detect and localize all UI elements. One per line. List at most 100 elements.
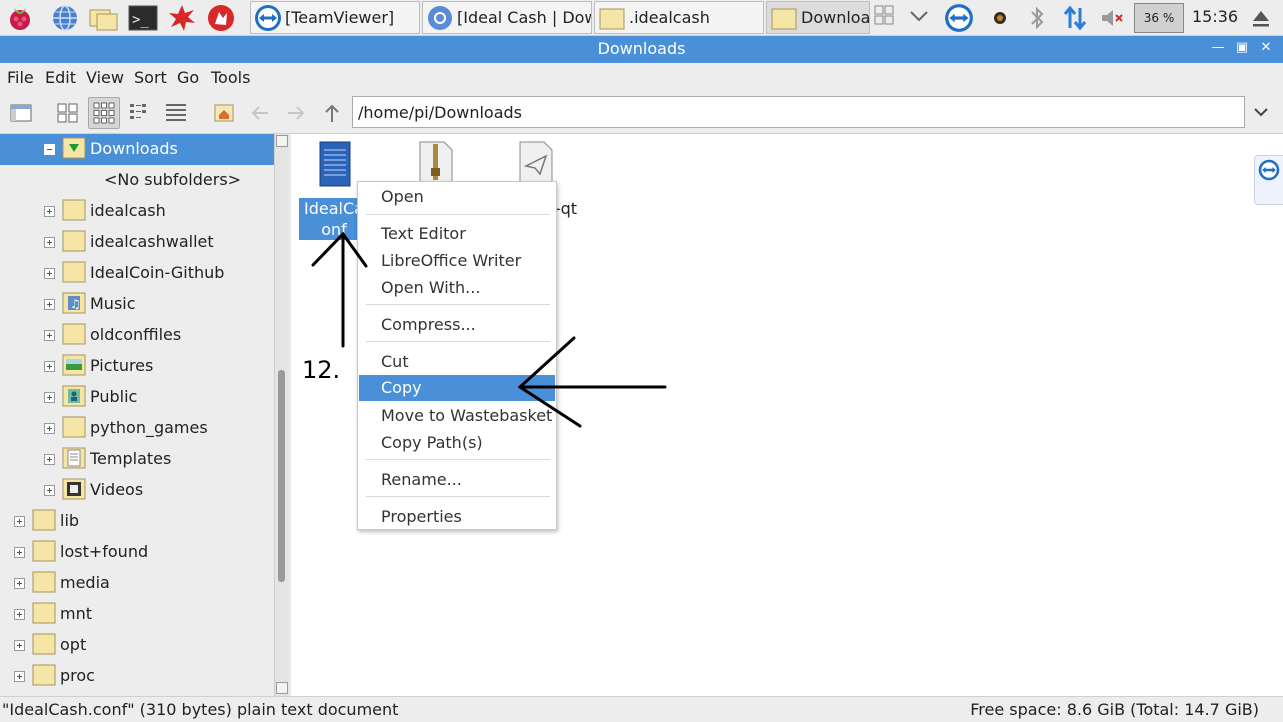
tree-item-downloads[interactable]: Downloads xyxy=(0,134,274,165)
window-control-icons[interactable] xyxy=(872,3,934,33)
home-button[interactable] xyxy=(208,97,240,129)
tree-item-lost-found[interactable]: lost+found xyxy=(0,537,274,568)
menu-edit[interactable]: Edit xyxy=(45,68,76,87)
compact-view-icon xyxy=(130,104,146,119)
context-menu: Open Text Editor LibreOffice Writer Open… xyxy=(357,181,557,530)
expand-toggle[interactable] xyxy=(44,237,55,248)
view-list-button[interactable] xyxy=(160,97,192,129)
ctx-text-editor[interactable]: Text Editor xyxy=(359,221,555,246)
downloads-folder-icon xyxy=(62,137,86,159)
expand-toggle[interactable] xyxy=(14,547,25,558)
raspberry-menu-icon[interactable] xyxy=(5,3,35,33)
folder-tree[interactable]: Downloads <No subfolders> idealcash idea… xyxy=(0,134,274,696)
expand-toggle[interactable] xyxy=(14,609,25,620)
menu-tools[interactable]: Tools xyxy=(211,68,250,87)
expand-toggle[interactable] xyxy=(14,671,25,682)
tree-item-oldconffiles[interactable]: oldconffiles xyxy=(0,320,274,351)
teamviewer-tray-icon[interactable] xyxy=(944,3,974,33)
expand-toggle[interactable] xyxy=(44,392,55,403)
network-icon[interactable] xyxy=(1060,3,1090,33)
sidebar-scrollbar[interactable] xyxy=(274,134,288,696)
path-dropdown-button[interactable] xyxy=(1249,100,1273,124)
folder-icon xyxy=(32,633,56,655)
ctx-libreoffice-writer[interactable]: LibreOffice Writer xyxy=(359,248,555,273)
close-button[interactable]: ✕ xyxy=(1256,38,1276,58)
clock[interactable]: 15:36 xyxy=(1192,7,1238,26)
ctx-move-to-wastebasket[interactable]: Move to Wastebasket xyxy=(359,403,555,428)
view-compact-button[interactable] xyxy=(124,97,156,129)
maximize-button[interactable]: ▣ xyxy=(1232,38,1252,58)
tree-item-idealcashwallet[interactable]: idealcashwallet xyxy=(0,227,274,258)
tree-item-videos[interactable]: Videos xyxy=(0,475,274,506)
ctx-rename[interactable]: Rename... xyxy=(359,467,555,492)
tree-item-idealcash[interactable]: idealcash xyxy=(0,196,274,227)
task-teamviewer[interactable]: [TeamViewer] xyxy=(250,1,420,34)
expand-toggle[interactable] xyxy=(14,640,25,651)
scroll-up-button[interactable] xyxy=(276,135,288,147)
tree-item-mnt[interactable]: mnt xyxy=(0,599,274,630)
menu-sort[interactable]: Sort xyxy=(134,68,167,87)
menu-view[interactable]: View xyxy=(86,68,124,87)
terminal-icon[interactable]: >_ xyxy=(128,3,158,33)
eject-icon[interactable] xyxy=(1246,3,1276,33)
status-selection-info: "IdealCash.conf" (310 bytes) plain text … xyxy=(2,700,399,719)
tree-item-proc[interactable]: proc xyxy=(0,661,274,692)
tree-item-idealcoin-github[interactable]: IdealCoin-Github xyxy=(0,258,274,289)
battery-indicator[interactable]: 36 % xyxy=(1134,3,1184,33)
expand-toggle[interactable] xyxy=(44,330,55,341)
expand-toggle[interactable] xyxy=(44,454,55,465)
view-icons-button[interactable] xyxy=(52,97,84,129)
wolfram-icon[interactable] xyxy=(206,3,236,33)
task-downloads-folder[interactable]: Downloads xyxy=(766,1,870,34)
scrollbar-thumb[interactable] xyxy=(278,370,285,582)
window-titlebar[interactable]: Downloads — ▣ ✕ xyxy=(0,36,1283,63)
tree-item-public[interactable]: Public xyxy=(0,382,274,413)
tree-item-templates[interactable]: Templates xyxy=(0,444,274,475)
expand-toggle[interactable] xyxy=(44,206,55,217)
back-button[interactable] xyxy=(244,97,276,129)
math-app-icon[interactable] xyxy=(167,3,197,33)
menu-go[interactable]: Go xyxy=(177,68,199,87)
expand-toggle[interactable] xyxy=(44,268,55,279)
tree-item-music[interactable]: ♫ Music xyxy=(0,289,274,320)
view-thumbnails-button[interactable] xyxy=(88,97,120,129)
tree-item-lib[interactable]: lib xyxy=(0,506,274,537)
teamviewer-side-tab[interactable] xyxy=(1254,155,1283,205)
up-button[interactable] xyxy=(316,97,348,129)
tree-item-python-games[interactable]: python_games xyxy=(0,413,274,444)
ctx-open-with[interactable]: Open With... xyxy=(359,275,555,300)
expand-toggle[interactable] xyxy=(44,423,55,434)
path-input[interactable] xyxy=(352,96,1245,128)
menu-file[interactable]: File xyxy=(7,68,34,87)
cpu-monitor-icon[interactable] xyxy=(985,3,1015,33)
step-number-label: 12. xyxy=(302,356,341,384)
task-idealcash-folder[interactable]: .idealcash xyxy=(594,1,764,34)
volume-muted-icon[interactable] xyxy=(1097,3,1127,33)
file-manager-icon[interactable] xyxy=(89,3,119,33)
ctx-compress[interactable]: Compress... xyxy=(359,312,555,337)
expand-toggle[interactable] xyxy=(44,485,55,496)
statusbar: "IdealCash.conf" (310 bytes) plain text … xyxy=(0,696,1283,722)
forward-button[interactable] xyxy=(280,97,312,129)
ctx-properties[interactable]: Properties xyxy=(359,504,555,529)
ctx-cut[interactable]: Cut xyxy=(359,349,555,374)
tree-item-media[interactable]: media xyxy=(0,568,274,599)
ctx-copy[interactable]: Copy xyxy=(359,375,555,401)
new-window-button[interactable] xyxy=(5,97,37,129)
ctx-copy-paths[interactable]: Copy Path(s) xyxy=(359,430,555,455)
expand-toggle[interactable] xyxy=(44,299,55,310)
ctx-separator xyxy=(366,341,550,342)
web-browser-icon[interactable] xyxy=(50,3,80,33)
ctx-open[interactable]: Open xyxy=(359,184,555,209)
tree-item-pictures[interactable]: Pictures xyxy=(0,351,274,382)
collapse-toggle[interactable] xyxy=(44,144,55,155)
pictures-folder-icon xyxy=(62,354,86,376)
tree-item-opt[interactable]: opt xyxy=(0,630,274,661)
expand-toggle[interactable] xyxy=(14,578,25,589)
expand-toggle[interactable] xyxy=(14,516,25,527)
task-chromium[interactable]: [Ideal Cash | Dow... xyxy=(422,1,592,34)
bluetooth-icon[interactable] xyxy=(1022,3,1052,33)
minimize-button[interactable]: — xyxy=(1208,38,1228,58)
expand-toggle[interactable] xyxy=(44,361,55,372)
scroll-down-button[interactable] xyxy=(276,682,288,694)
